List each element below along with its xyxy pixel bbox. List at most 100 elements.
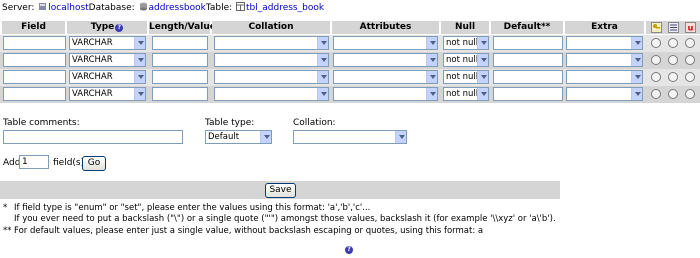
null-select[interactable]: not null <box>443 87 489 101</box>
chevron-down-icon <box>395 131 406 143</box>
chevron-down-icon <box>260 131 271 143</box>
chevron-down-icon <box>631 54 642 66</box>
type-value: VARCHAR <box>72 89 113 99</box>
table-type-select[interactable]: Default <box>205 130 272 144</box>
field-name-input[interactable] <box>3 87 66 101</box>
field-name-input[interactable] <box>3 70 66 84</box>
attributes-select[interactable] <box>333 36 438 50</box>
null-value: not null <box>446 55 479 65</box>
chevron-down-icon <box>477 37 488 49</box>
chevron-down-icon <box>477 54 488 66</box>
length-values-input[interactable] <box>152 70 208 84</box>
table-link[interactable]: tbl_address_book <box>246 3 324 13</box>
unique-icon: u <box>685 22 696 33</box>
default-input[interactable] <box>493 53 563 67</box>
primary-key-radio[interactable] <box>651 38 661 48</box>
default-input[interactable] <box>493 36 563 50</box>
unique-radio[interactable] <box>685 89 695 99</box>
table-label: Table: <box>205 3 233 13</box>
note-enum-line1: If field type is "enum" or "set", please… <box>14 203 371 213</box>
length-values-input[interactable] <box>152 87 208 101</box>
length-values-input[interactable] <box>152 53 208 67</box>
length-values-input[interactable] <box>152 36 208 50</box>
collation-select[interactable] <box>214 70 329 84</box>
primary-key-icon <box>651 22 662 33</box>
extra-select[interactable] <box>566 87 643 101</box>
table-comments-label: Table comments: <box>3 118 80 128</box>
chevron-down-icon <box>631 88 642 100</box>
type-select[interactable]: VARCHAR <box>69 87 146 101</box>
chevron-down-icon <box>631 37 642 49</box>
attributes-select[interactable] <box>333 70 438 84</box>
unique-radio[interactable] <box>685 55 695 65</box>
note-enum-line2: If you ever need to put a backslash ("\"… <box>14 214 556 224</box>
chevron-down-icon <box>426 71 437 83</box>
null-value: not null <box>446 38 479 48</box>
chevron-down-icon <box>426 37 437 49</box>
chevron-down-icon <box>426 88 437 100</box>
go-button[interactable]: Go <box>82 156 106 171</box>
unique-radio[interactable] <box>685 72 695 82</box>
chevron-down-icon <box>317 71 328 83</box>
extra-select[interactable] <box>566 70 643 84</box>
index-icon <box>668 22 679 33</box>
chevron-down-icon <box>426 54 437 66</box>
docs-help-icon[interactable]: ? <box>345 246 353 254</box>
collation-select[interactable] <box>214 87 329 101</box>
null-select[interactable]: not null <box>443 36 489 50</box>
attributes-select[interactable] <box>333 53 438 67</box>
default-input[interactable] <box>493 70 563 84</box>
chevron-down-icon <box>317 54 328 66</box>
extra-select[interactable] <box>566 53 643 67</box>
type-value: VARCHAR <box>72 38 113 48</box>
header-length: Length/Values* <box>149 21 226 34</box>
table-comments-input[interactable] <box>3 130 183 144</box>
save-button[interactable]: Save <box>265 183 296 198</box>
type-select[interactable]: VARCHAR <box>69 36 146 50</box>
help-icon[interactable]: ? <box>115 24 124 32</box>
server-icon <box>39 3 47 10</box>
add-field-count-input[interactable] <box>19 155 49 169</box>
note-default-line: For default values, please enter just a … <box>14 226 484 236</box>
index-radio[interactable] <box>668 38 678 48</box>
null-select[interactable]: not null <box>443 70 489 84</box>
add-label: Add <box>3 158 21 168</box>
chevron-down-icon <box>134 88 145 100</box>
table-type-label: Table type: <box>205 118 255 128</box>
field-name-input[interactable] <box>3 53 66 67</box>
note-star1-marker: * <box>3 203 8 213</box>
database-icon <box>139 2 147 11</box>
chevron-down-icon <box>477 88 488 100</box>
svg-text:u: u <box>688 24 694 33</box>
table-collation-label: Collation: <box>293 118 336 128</box>
server-label: Server: <box>2 3 35 13</box>
index-radio[interactable] <box>668 55 678 65</box>
chevron-down-icon <box>134 54 145 66</box>
breadcrumb: Server: localhostDatabase: addressbookTa… <box>2 2 324 14</box>
index-radio[interactable] <box>668 72 678 82</box>
collation-select[interactable] <box>214 53 329 67</box>
default-input[interactable] <box>493 87 563 101</box>
table-icon <box>236 2 246 11</box>
database-link[interactable]: addressbook <box>149 3 206 13</box>
type-select[interactable]: VARCHAR <box>69 53 146 67</box>
collation-select[interactable] <box>214 36 329 50</box>
primary-key-radio[interactable] <box>651 72 661 82</box>
index-radio[interactable] <box>668 89 678 99</box>
chevron-down-icon <box>317 88 328 100</box>
table-collation-select[interactable] <box>293 130 407 144</box>
type-value: VARCHAR <box>72 72 113 82</box>
unique-radio[interactable] <box>685 38 695 48</box>
null-select[interactable]: not null <box>443 53 489 67</box>
primary-key-radio[interactable] <box>651 55 661 65</box>
header-type: Type? <box>67 21 148 34</box>
attributes-select[interactable] <box>333 87 438 101</box>
table-type-value: Default <box>208 132 240 142</box>
server-link[interactable]: localhost <box>48 3 88 13</box>
field-name-input[interactable] <box>3 36 66 50</box>
extra-select[interactable] <box>566 36 643 50</box>
null-value: not null <box>446 72 479 82</box>
type-select[interactable]: VARCHAR <box>69 70 146 84</box>
primary-key-radio[interactable] <box>651 89 661 99</box>
header-default: Default** <box>491 21 564 34</box>
